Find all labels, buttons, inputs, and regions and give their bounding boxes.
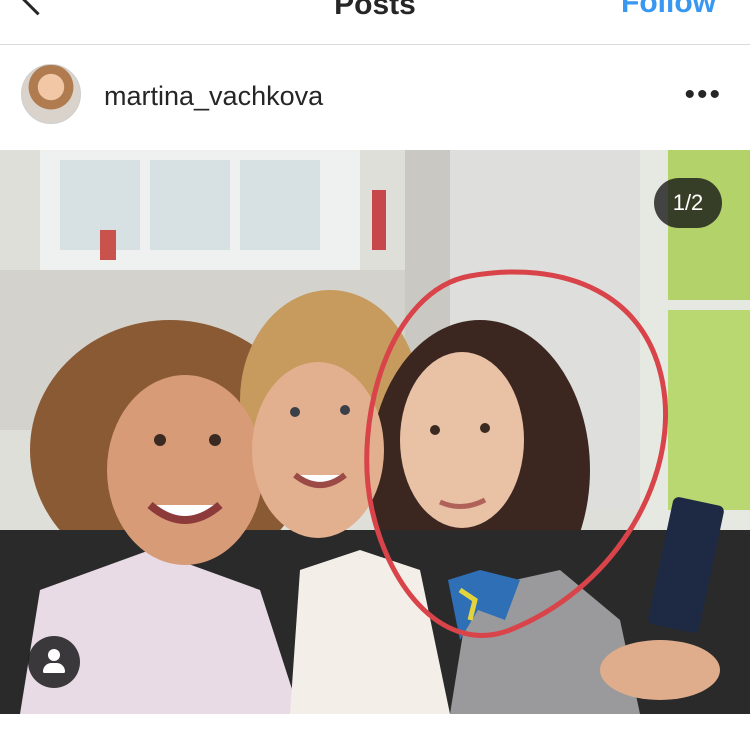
bottom-spacer <box>0 714 750 740</box>
user-tag-icon-body <box>43 663 65 673</box>
post-header: martina_vachkova ••• <box>0 45 750 149</box>
photo-illustration <box>0 150 750 714</box>
follow-button[interactable]: Follow <box>621 0 716 20</box>
more-options-icon[interactable]: ••• <box>684 80 722 110</box>
avatar[interactable] <box>21 64 81 124</box>
username-link[interactable]: martina_vachkova <box>104 81 323 112</box>
media-counter-badge: 1/2 <box>654 178 722 228</box>
top-navigation-bar: Posts Follow <box>0 0 750 45</box>
post-photo[interactable]: 1/2 <box>0 150 750 714</box>
user-tag-button[interactable] <box>28 636 80 688</box>
user-tag-icon <box>48 649 60 661</box>
